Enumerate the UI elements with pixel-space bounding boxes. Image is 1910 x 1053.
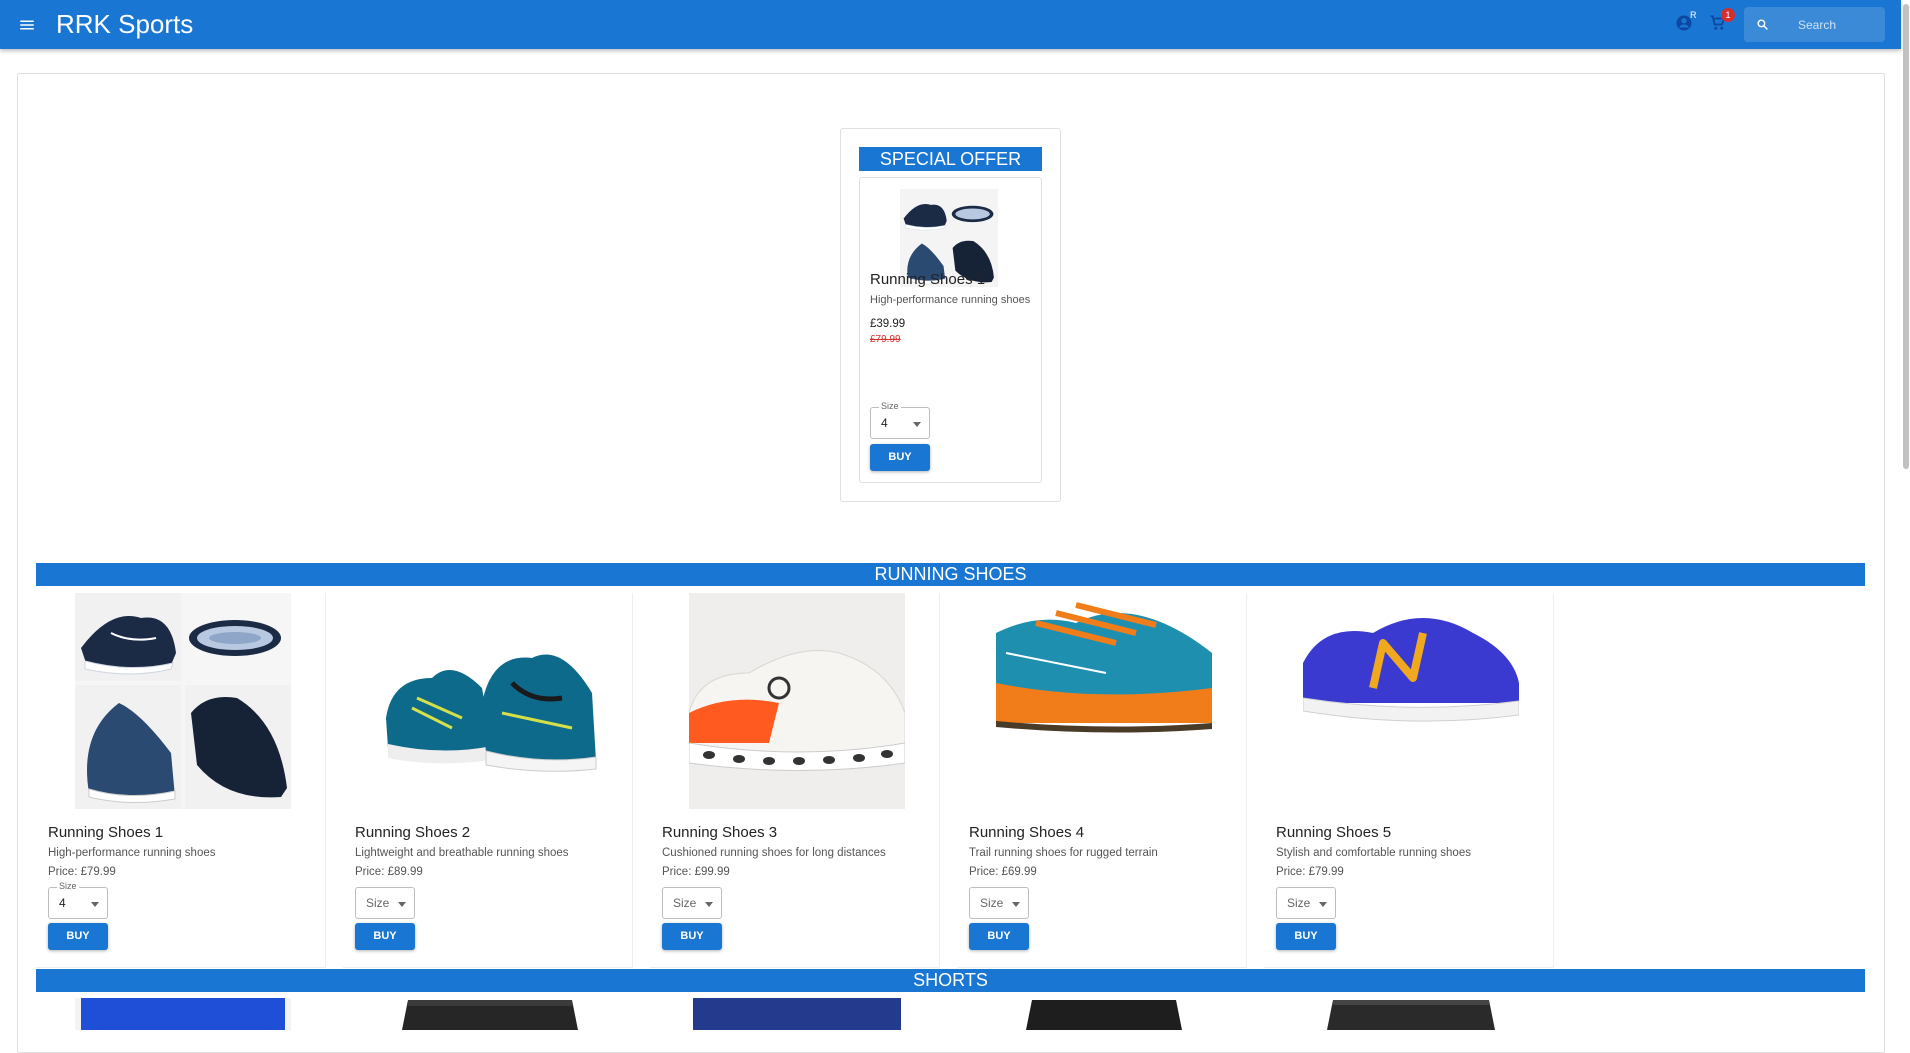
- size-field-label: Size: [57, 881, 79, 891]
- menu-icon: [20, 20, 34, 30]
- size-select[interactable]: Size: [662, 887, 722, 919]
- size-select[interactable]: Size: [969, 887, 1029, 919]
- product-image[interactable]: [996, 998, 1212, 1030]
- app-bar: RRK Sports R 1: [0, 0, 1901, 49]
- product-card: Running Shoes 3 Cushioned running shoes …: [650, 593, 940, 968]
- chevron-down-icon: [1319, 902, 1327, 907]
- cart-count-badge: 1: [1721, 8, 1735, 22]
- product-image[interactable]: [382, 998, 598, 1030]
- scrollbar-thumb[interactable]: [1903, 4, 1909, 469]
- chevron-down-icon: [913, 422, 921, 427]
- size-select[interactable]: Size 4: [48, 881, 108, 919]
- section-header-shorts: SHORTS: [36, 969, 1865, 992]
- special-offer-buy-button[interactable]: BUY: [870, 444, 930, 471]
- product-title: Running Shoes 5: [1276, 824, 1392, 841]
- product-image[interactable]: [1303, 593, 1519, 809]
- buy-button[interactable]: BUY: [48, 923, 108, 950]
- special-offer-price: £39.99: [870, 318, 906, 330]
- product-card: Running Shoes 4 Trail running shoes for …: [957, 593, 1247, 968]
- search-icon: [1757, 19, 1768, 30]
- product-image[interactable]: [75, 593, 291, 809]
- product-description: Trail running shoes for rugged terrain: [969, 847, 1158, 859]
- chevron-down-icon: [1012, 902, 1020, 907]
- product-price: Price: £99.99: [662, 866, 730, 878]
- search-input[interactable]: [1796, 16, 1880, 34]
- chevron-down-icon: [91, 902, 99, 907]
- product-price: Price: £79.99: [1276, 866, 1344, 878]
- menu-button[interactable]: [16, 14, 38, 36]
- buy-button[interactable]: BUY: [1276, 923, 1336, 950]
- buy-button[interactable]: BUY: [662, 923, 722, 950]
- brand-title[interactable]: RRK Sports: [56, 9, 193, 39]
- special-offer-old-price: £79.99: [870, 334, 901, 345]
- special-offer-banner: SPECIAL OFFER: [859, 147, 1042, 171]
- product-description: Stylish and comfortable running shoes: [1276, 847, 1471, 859]
- size-placeholder: Size: [980, 896, 1004, 910]
- product-card: Running Shoes 1 High-performance running…: [36, 593, 326, 968]
- product-image[interactable]: [689, 998, 905, 1030]
- product-title: Running Shoes 3: [662, 824, 778, 841]
- search-box[interactable]: [1744, 7, 1885, 42]
- size-placeholder: Size: [366, 896, 390, 910]
- buy-button[interactable]: BUY: [355, 923, 415, 950]
- size-select[interactable]: Size: [355, 887, 415, 919]
- size-value: 4: [881, 416, 888, 430]
- product-card: Running Shoes 2 Lightweight and breathab…: [343, 593, 633, 968]
- chevron-down-icon: [705, 902, 713, 907]
- chevron-down-icon: [398, 902, 406, 907]
- size-placeholder: Size: [1287, 896, 1311, 910]
- buy-button[interactable]: BUY: [969, 923, 1029, 950]
- size-select[interactable]: Size: [1276, 887, 1336, 919]
- product-description: Cushioned running shoes for long distanc…: [662, 847, 886, 859]
- product-price: Price: £69.99: [969, 866, 1037, 878]
- product-title: Running Shoes 1: [48, 824, 164, 841]
- account-badge: R: [1690, 10, 1697, 20]
- size-field-label: Size: [879, 401, 901, 411]
- product-title: Running Shoes 4: [969, 824, 1085, 841]
- product-description: Lightweight and breathable running shoes: [355, 847, 569, 859]
- product-image[interactable]: [75, 998, 291, 1030]
- product-description: High-performance running shoes: [48, 847, 216, 859]
- special-offer-size-select[interactable]: Size 4: [870, 401, 930, 439]
- size-value: 4: [59, 896, 66, 910]
- product-title: Running Shoes 2: [355, 824, 471, 841]
- special-offer-card: Running Shoes 1 High-performance running…: [859, 177, 1042, 483]
- special-offer-description: High-performance running shoes: [870, 294, 1031, 306]
- section-header-running-shoes: RUNNING SHOES: [36, 563, 1865, 586]
- product-price: Price: £89.99: [355, 866, 423, 878]
- product-image[interactable]: [689, 593, 905, 809]
- size-placeholder: Size: [673, 896, 697, 910]
- special-offer-title: Running Shoes 1: [870, 271, 986, 288]
- product-price: Price: £79.99: [48, 866, 116, 878]
- product-card: Running Shoes 5 Stylish and comfortable …: [1264, 593, 1554, 968]
- product-image[interactable]: [996, 593, 1212, 809]
- product-image[interactable]: [382, 593, 598, 809]
- product-image[interactable]: [1303, 998, 1519, 1030]
